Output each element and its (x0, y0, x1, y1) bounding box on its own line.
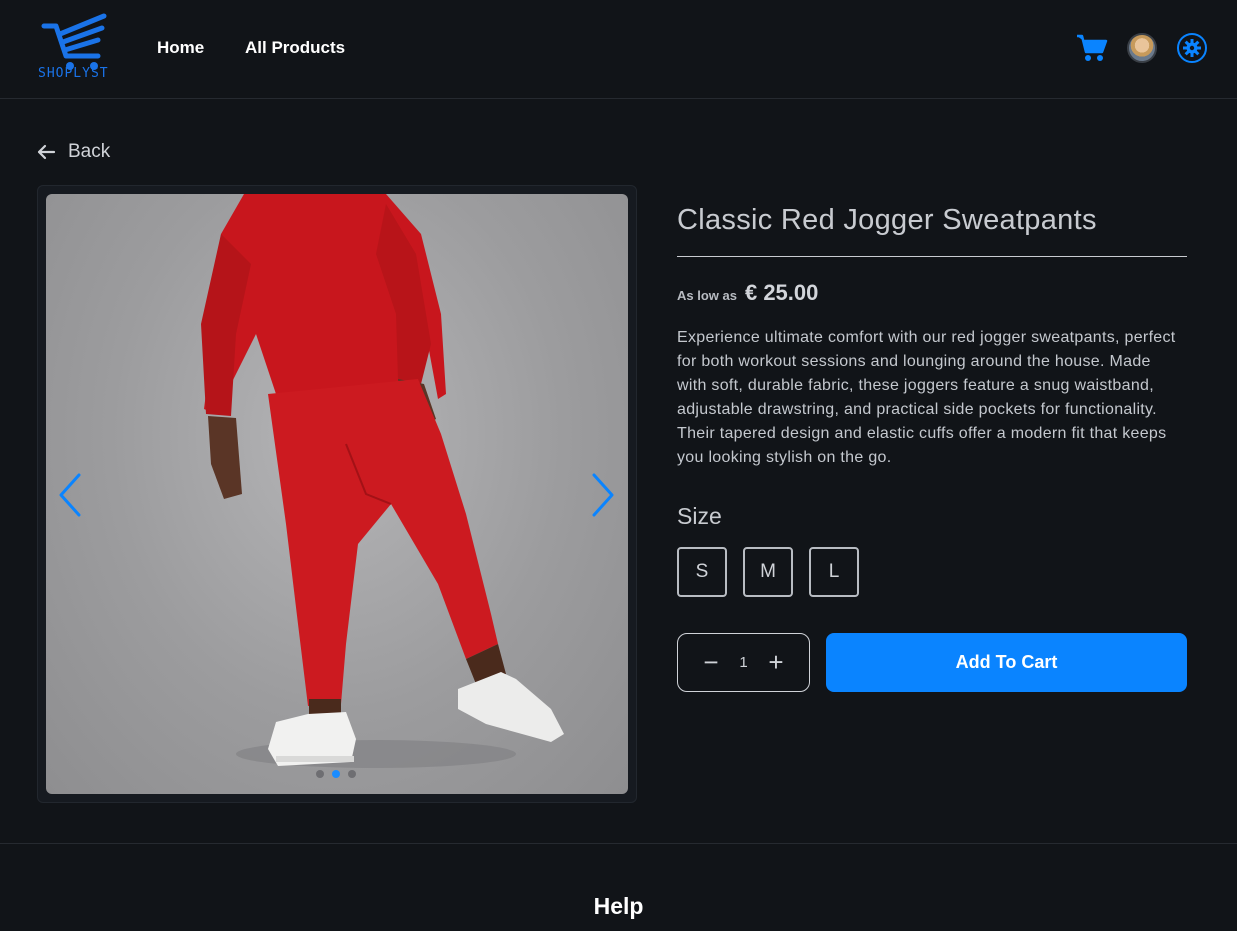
arrow-left-icon (37, 144, 56, 160)
price-row: As low as € 25.00 (677, 280, 818, 306)
product-image-carousel (37, 185, 637, 803)
quantity-value[interactable]: 1 (739, 654, 747, 671)
carousel-dot-3[interactable] (348, 770, 356, 778)
carousel-dots (316, 770, 356, 778)
model-in-red-tracksuit-image (201, 194, 564, 768)
product-photo (46, 194, 628, 794)
user-avatar[interactable] (1127, 33, 1157, 63)
nav-all-products-link[interactable]: All Products (245, 38, 345, 58)
product-price: € 25.00 (744, 280, 819, 305)
carousel-previous-icon[interactable] (55, 471, 85, 519)
nav-home-link[interactable]: Home (157, 38, 204, 58)
brand-name: SHOPLYST (38, 66, 109, 81)
size-option-m[interactable]: M (743, 547, 793, 597)
product-description: Experience ultimate comfort with our red… (677, 329, 1176, 466)
quantity-increment-button[interactable]: + (765, 647, 787, 678)
quantity-stepper: − 1 + (677, 633, 810, 692)
settings-gear-icon[interactable] (1176, 32, 1208, 64)
top-header: SHOPLYST Home All Products (0, 0, 1237, 99)
back-button[interactable]: Back (36, 140, 110, 164)
carousel-next-icon[interactable] (588, 471, 618, 519)
quantity-decrement-button[interactable]: − (700, 647, 722, 678)
cart-icon[interactable] (1076, 33, 1108, 63)
size-options: S M L (677, 547, 859, 597)
size-label: Size (677, 503, 722, 529)
size-option-l[interactable]: L (809, 547, 859, 597)
footer-help-heading: Help (593, 893, 644, 919)
carousel-dot-1[interactable] (316, 770, 324, 778)
product-title: Classic Red Jogger Sweatpants (677, 204, 1097, 236)
add-to-cart-button[interactable]: Add To Cart (826, 633, 1187, 692)
footer-divider (0, 843, 1237, 844)
price-prefix: As low as (677, 288, 737, 303)
carousel-dot-2[interactable] (332, 770, 340, 778)
back-label: Back (68, 141, 111, 162)
title-divider (677, 256, 1187, 257)
size-option-s[interactable]: S (677, 547, 727, 597)
